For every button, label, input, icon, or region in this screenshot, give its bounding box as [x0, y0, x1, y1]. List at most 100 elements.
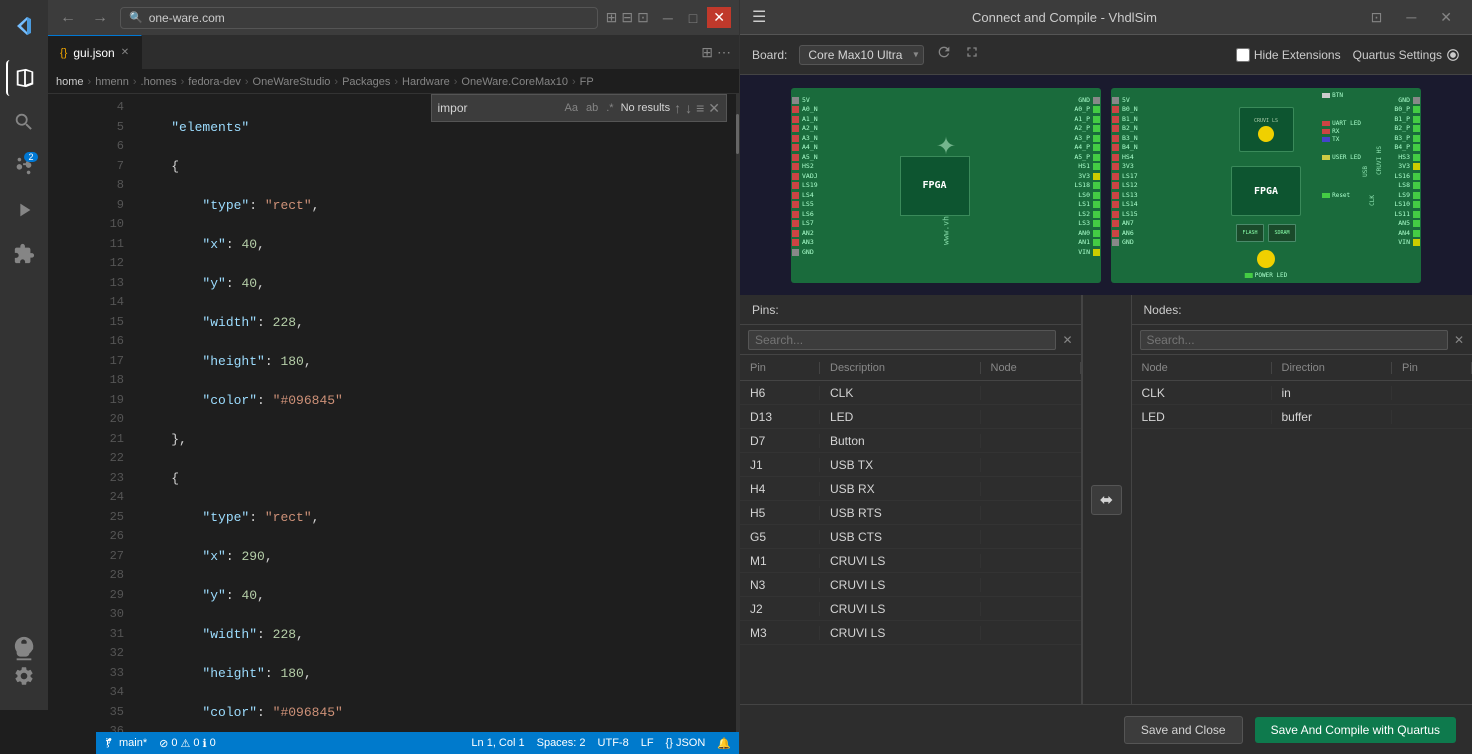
fullscreen-button[interactable]	[964, 44, 980, 65]
toggle-panel-button[interactable]: ⊡	[637, 9, 649, 26]
breadcrumb-packages[interactable]: Packages	[342, 76, 390, 88]
tab-gui-json[interactable]: {} gui.json ✕	[48, 35, 142, 69]
toggle-replace-button[interactable]: ≡	[696, 100, 704, 116]
table-row[interactable]: LED buffer	[1132, 405, 1472, 429]
split-editor-button[interactable]: ⊞	[606, 9, 618, 26]
hide-extensions-button[interactable]: Hide Extensions	[1236, 48, 1341, 62]
source-control-icon[interactable]: 2	[6, 148, 42, 184]
explorer-icon[interactable]	[6, 60, 42, 96]
pin-cell: D7	[740, 434, 820, 448]
nodes-header: Nodes:	[1132, 295, 1472, 325]
table-row[interactable]: H5 USB RTS	[740, 501, 1081, 525]
layout-button[interactable]: ⊟	[621, 9, 633, 26]
node-name-cell: LED	[1132, 410, 1272, 424]
table-row[interactable]: J2 CRUVI LS	[740, 597, 1081, 621]
nodes-search-input[interactable]	[1140, 330, 1448, 350]
match-case-button[interactable]: Aa	[562, 101, 581, 115]
errors-status[interactable]: ⊘ 0 ⚠ 0 ℹ 0	[159, 737, 216, 750]
search-no-results: No results	[621, 102, 671, 114]
pins-search-input[interactable]	[748, 330, 1056, 350]
indentation[interactable]: Spaces: 2	[537, 737, 586, 750]
code-content[interactable]: "elements" { "type": "rect", "x": 40, "y…	[132, 94, 689, 732]
line-ending[interactable]: LF	[641, 737, 654, 750]
pin-cell: J2	[740, 602, 820, 616]
table-row[interactable]: J1 USB TX	[740, 453, 1081, 477]
pins-header: Pins:	[740, 295, 1081, 325]
save-compile-button[interactable]: Save And Compile with Quartus	[1255, 717, 1456, 743]
encoding[interactable]: UTF-8	[598, 737, 629, 750]
tab-close-button[interactable]: ✕	[121, 47, 129, 58]
nodes-table-body: CLK in LED buffer	[1132, 381, 1472, 704]
run-icon[interactable]	[6, 192, 42, 228]
cursor-position[interactable]: Ln 1, Col 1	[471, 737, 524, 750]
refresh-button[interactable]	[936, 44, 952, 65]
git-branch-status[interactable]: main*	[104, 737, 147, 749]
minimize-button[interactable]: ─	[657, 7, 679, 28]
table-row[interactable]: H6 CLK	[740, 381, 1081, 405]
hide-extensions-checkbox[interactable]	[1236, 48, 1250, 62]
search-prev-button[interactable]: ↑	[674, 100, 681, 116]
match-word-button[interactable]: ab	[583, 101, 601, 115]
table-row[interactable]: H4 USB RX	[740, 477, 1081, 501]
direction-cell: in	[1272, 386, 1393, 400]
table-row[interactable]: G5 USB CTS	[740, 525, 1081, 549]
close-button[interactable]: ✕	[707, 7, 731, 28]
desc-cell: CRUVI LS	[820, 626, 981, 640]
breadcrumb-hardware[interactable]: Hardware	[402, 76, 450, 88]
right-minimize-button[interactable]: ─	[1398, 7, 1424, 27]
nodes-label: Nodes:	[1144, 303, 1182, 317]
quartus-settings-button[interactable]: Quartus Settings	[1353, 48, 1460, 62]
board-select[interactable]: Core Max10 Ultra	[799, 45, 924, 65]
search-next-button[interactable]: ↓	[685, 100, 692, 116]
pin-cell: M3	[740, 626, 820, 640]
pins-nodes-area: Pins: ✕ Pin Description Node H6 CLK D13 …	[740, 295, 1472, 704]
vscode-logo-icon[interactable]	[6, 8, 42, 44]
back-button[interactable]: ←	[56, 5, 80, 31]
right-close-button[interactable]: ✕	[1432, 7, 1460, 28]
table-row[interactable]: CLK in	[1132, 381, 1472, 405]
breadcrumb-home[interactable]: home	[56, 76, 84, 88]
breadcrumb-fedora[interactable]: fedora-dev	[188, 76, 241, 88]
address-bar-text: one-ware.com	[149, 11, 225, 25]
maximize-button[interactable]: □	[683, 7, 703, 28]
code-editor[interactable]: 45678 910111213 1415161718 1920212223 24…	[96, 94, 739, 732]
breadcrumb-homes[interactable]: .homes	[141, 76, 177, 88]
bottom-action-bar: Save and Close Save And Compile with Qua…	[740, 704, 1472, 754]
notification-bell[interactable]: 🔔	[717, 737, 731, 750]
use-regex-button[interactable]: .*	[603, 101, 616, 115]
encoding-text: UTF-8	[598, 737, 629, 749]
board-select-wrapper: Core Max10 Ultra	[799, 45, 924, 65]
table-row[interactable]: D13 LED	[740, 405, 1081, 429]
profile-icon[interactable]	[13, 635, 35, 660]
table-row[interactable]: N3 CRUVI LS	[740, 573, 1081, 597]
detach-button[interactable]: ⊡	[1363, 7, 1391, 28]
pin-cell: J1	[740, 458, 820, 472]
save-close-button[interactable]: Save and Close	[1124, 716, 1243, 744]
pins-search-clear[interactable]: ✕	[1062, 333, 1072, 347]
transfer-button[interactable]: ⬌	[1091, 485, 1122, 515]
table-row[interactable]: M3 CRUVI LS	[740, 621, 1081, 645]
language-mode[interactable]: {} JSON	[666, 737, 706, 750]
table-row[interactable]: M1 CRUVI LS	[740, 549, 1081, 573]
search-icon[interactable]	[6, 104, 42, 140]
find-close-button[interactable]: ✕	[708, 100, 720, 117]
more-actions-button[interactable]: ⋯	[717, 44, 731, 61]
desc-cell: USB RTS	[820, 506, 981, 520]
breadcrumb-coremax[interactable]: OneWare.CoreMax10	[461, 76, 568, 88]
address-bar[interactable]: 🔍 one-ware.com	[120, 7, 598, 29]
table-row[interactable]: D7 Button	[740, 429, 1081, 453]
node-name-cell: CLK	[1132, 386, 1272, 400]
settings-icon[interactable]	[13, 665, 35, 690]
extensions-icon[interactable]	[6, 236, 42, 272]
breadcrumb-fp[interactable]: FP	[580, 76, 594, 88]
find-input[interactable]	[438, 101, 558, 115]
pin-cell: H4	[740, 482, 820, 496]
breadcrumb-oneware[interactable]: OneWareStudio	[253, 76, 331, 88]
nodes-search-clear[interactable]: ✕	[1454, 333, 1464, 347]
breadcrumb-hmenn[interactable]: hmenn	[95, 76, 129, 88]
desc-cell: USB RX	[820, 482, 981, 496]
split-view-button[interactable]: ⊞	[701, 44, 713, 61]
desc-cell: Button	[820, 434, 981, 448]
json-file-icon: {}	[60, 47, 67, 59]
forward-button[interactable]: →	[88, 5, 112, 31]
